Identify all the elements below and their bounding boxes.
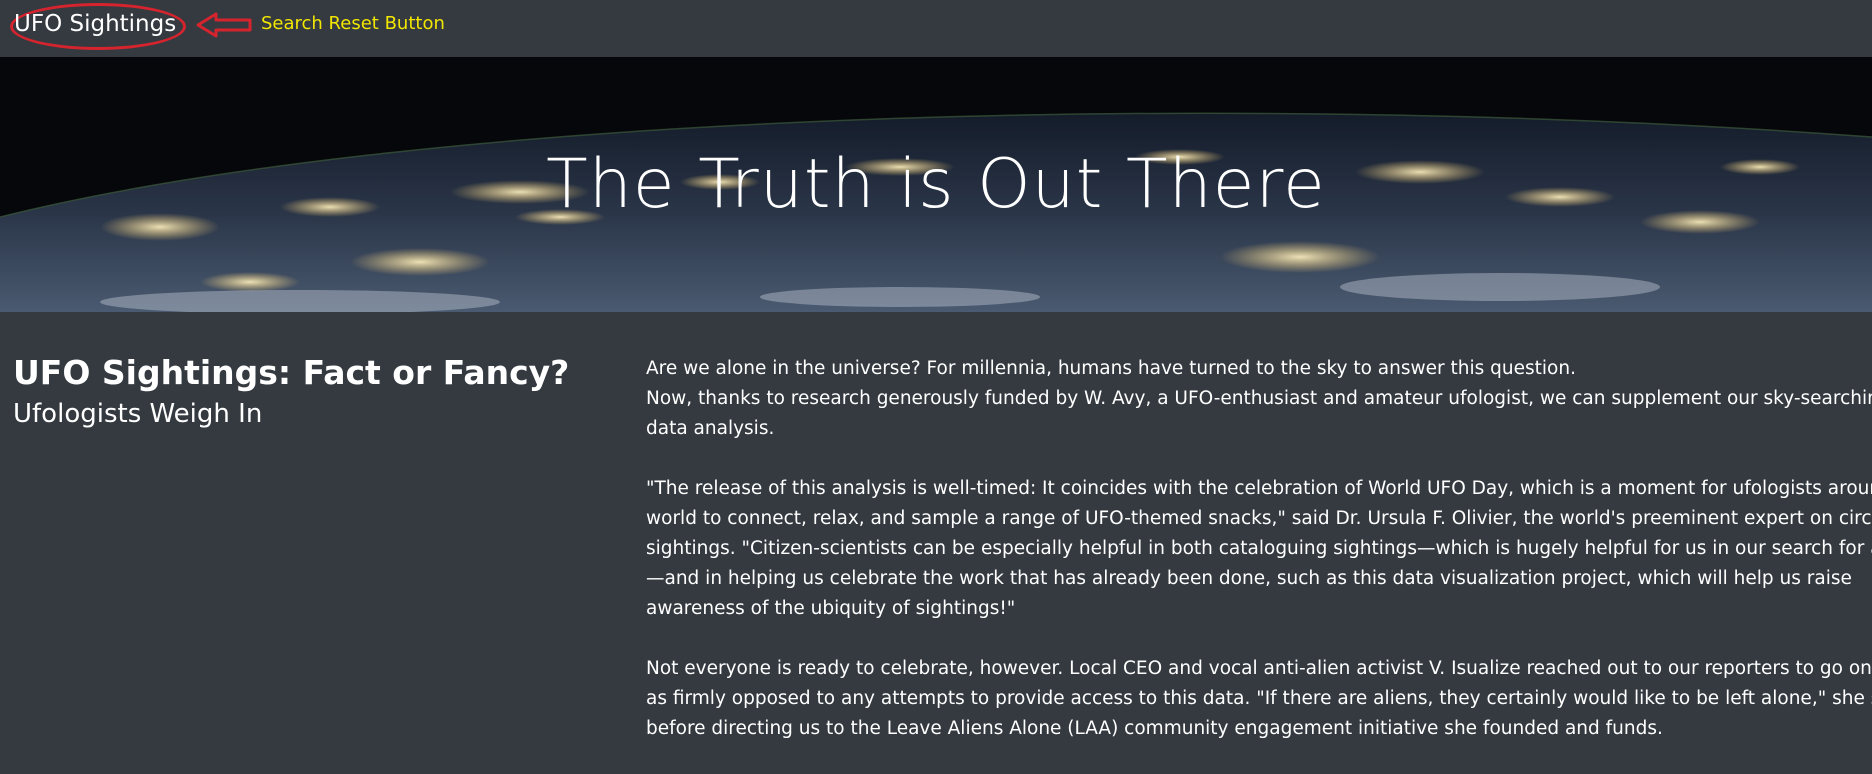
- paragraph-line: sightings. "Citizen-scientists can be es…: [646, 538, 1872, 559]
- article-heading: UFO Sightings: Fact or Fancy?: [13, 353, 570, 392]
- paragraph-line: awareness of the ubiquity of sightings!": [646, 598, 1016, 619]
- paragraph-line: world to connect, relax, and sample a ra…: [646, 508, 1872, 529]
- paragraph-opposition: Not everyone is ready to celebrate, howe…: [646, 654, 1872, 744]
- article-body: Are we alone in the universe? For millen…: [646, 354, 1872, 774]
- paragraph-line: as firmly opposed to any attempts to pro…: [646, 688, 1872, 709]
- navbar: UFO Sightings Search Reset Button: [0, 0, 1872, 57]
- article-header: UFO Sightings: Fact or Fancy? Ufologists…: [13, 352, 613, 432]
- hero-banner: The Truth is Out There: [0, 57, 1872, 312]
- paragraph-line: Not everyone is ready to celebrate, howe…: [646, 658, 1872, 679]
- paragraph-line: —and in helping us celebrate the work th…: [646, 568, 1852, 589]
- paragraph-line: before directing us to the Leave Aliens …: [646, 718, 1663, 739]
- article-subheading: Ufologists Weigh In: [13, 399, 263, 429]
- annotation-label: Search Reset Button: [261, 13, 445, 34]
- left-arrow-icon: [196, 12, 252, 38]
- paragraph-line: Are we alone in the universe? For millen…: [646, 358, 1576, 379]
- hero-title: The Truth is Out There: [546, 145, 1326, 224]
- paragraph-line: data analysis.: [646, 418, 775, 439]
- paragraph-intro: Are we alone in the universe? For millen…: [646, 354, 1872, 444]
- paragraph-quote: "The release of this analysis is well-ti…: [646, 474, 1872, 624]
- paragraph-line: "The release of this analysis is well-ti…: [646, 478, 1872, 499]
- paragraph-line: Now, thanks to research generously funde…: [646, 388, 1872, 409]
- navbar-brand-reset-link[interactable]: UFO Sightings: [14, 8, 176, 40]
